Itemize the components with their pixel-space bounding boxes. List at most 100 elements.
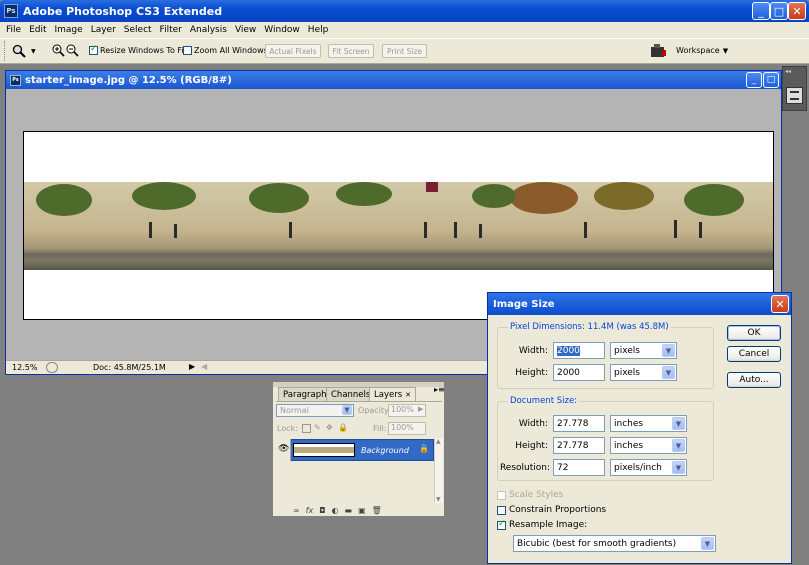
menu-layer[interactable]: Layer — [87, 25, 120, 35]
doc-width-field[interactable]: 27.778 — [553, 415, 605, 432]
constrain-proportions-option[interactable]: Constrain Proportions — [497, 505, 606, 515]
resample-image-option[interactable]: Resample Image: — [497, 519, 588, 530]
constrain-proportions-checkbox[interactable] — [497, 505, 506, 515]
scroll-left-icon[interactable]: ◀ — [201, 362, 207, 371]
menu-help[interactable]: Help — [304, 25, 333, 35]
eye-icon: 👁 — [278, 444, 290, 454]
menu-filter[interactable]: Filter — [156, 25, 186, 35]
doc-height-label: Height: — [515, 441, 548, 451]
link-layers-icon[interactable]: ∞ — [293, 506, 300, 515]
lock-move-icon[interactable]: ✥ — [326, 424, 335, 433]
panel-menu-icon[interactable]: ▸≡ — [434, 385, 445, 394]
layer-visibility-toggle[interactable]: 👁 — [275, 439, 291, 461]
maximize-button[interactable]: □ — [770, 2, 788, 20]
print-size-button[interactable]: Print Size — [382, 44, 427, 58]
ok-button[interactable]: OK — [727, 325, 781, 341]
layers-scrollbar[interactable]: ▲ ▼ — [434, 438, 443, 503]
resize-windows-checkbox[interactable] — [89, 44, 98, 55]
doc-height-field[interactable]: 27.778 — [553, 437, 605, 454]
zoom-all-option[interactable]: Zoom All Windows — [183, 46, 268, 55]
scale-styles-option[interactable]: Scale Styles — [497, 490, 563, 500]
px-width-label: Width: — [518, 346, 548, 356]
zoom-in-button[interactable] — [52, 44, 65, 60]
chevron-down-icon: ▼ — [342, 405, 352, 415]
tab-divider — [276, 401, 442, 402]
px-height-unit-select[interactable]: pixels ▼ — [610, 364, 677, 381]
minimize-button[interactable]: _ — [752, 2, 770, 20]
resize-windows-option[interactable]: Resize Windows To Fit — [89, 44, 187, 55]
doc-height-unit-select[interactable]: inches ▼ — [610, 437, 687, 454]
status-menu-arrow-icon[interactable]: ▶ — [189, 362, 195, 371]
layer-thumbnail — [293, 443, 355, 457]
tab-layers-label: Layers — [374, 389, 403, 400]
file-browser-button[interactable] — [650, 44, 667, 61]
fit-screen-button[interactable]: Fit Screen — [328, 44, 374, 58]
layer-name[interactable]: Background — [361, 446, 409, 455]
options-grip — [4, 41, 6, 61]
tab-layers[interactable]: Layers ✕ — [369, 387, 417, 401]
menu-image[interactable]: Image — [51, 25, 87, 35]
close-button[interactable]: ✕ — [788, 2, 806, 20]
resolution-unit-select[interactable]: pixels/inch ▼ — [610, 459, 687, 476]
document-size-title: Document Size: — [508, 396, 580, 406]
lock-transparent-icon[interactable] — [302, 424, 311, 433]
layer-style-icon[interactable]: fx — [306, 506, 314, 515]
resample-method-select[interactable]: Bicubic (best for smooth gradients) ▼ — [513, 535, 716, 552]
app-title: Adobe Photoshop CS3 Extended — [23, 4, 223, 18]
resample-image-label: Resample Image: — [509, 520, 588, 530]
close-icon[interactable]: ✕ — [405, 391, 411, 399]
chevron-down-icon: ▼ — [662, 344, 675, 357]
document-title-bar: Ps starter_image.jpg @ 12.5% (RGB/8#) — [6, 71, 781, 89]
tab-paragraph[interactable]: Paragraph — [278, 387, 332, 401]
dialog-close-button[interactable]: ✕ — [771, 295, 789, 313]
status-camera-icon[interactable] — [46, 362, 58, 373]
zoom-level[interactable]: 12.5% — [12, 363, 37, 372]
layer-mask-icon[interactable]: ◘ — [319, 506, 325, 515]
doc-height-unit: inches — [614, 440, 644, 451]
cancel-button[interactable]: Cancel — [727, 346, 781, 362]
tab-channels[interactable]: Channels — [326, 387, 376, 401]
document-info: Doc: 45.8M/25.1M — [93, 363, 166, 372]
zoom-all-checkbox[interactable] — [183, 46, 192, 55]
constrain-proportions-label: Constrain Proportions — [509, 505, 607, 515]
actual-pixels-button[interactable]: Actual Pixels — [265, 44, 321, 58]
zoom-out-button[interactable] — [66, 44, 79, 60]
opacity-slider-icon[interactable]: ▶ — [418, 405, 423, 413]
layer-row-background[interactable]: 👁 Background 🔒 — [275, 439, 434, 461]
menu-edit[interactable]: Edit — [25, 25, 50, 35]
workspace-menu[interactable]: Workspace ▼ — [676, 46, 728, 55]
new-layer-icon[interactable]: ▣ — [358, 506, 366, 515]
chevron-down-icon: ▼ — [672, 417, 685, 430]
collapsed-panel-dock[interactable]: ◂◂ — [782, 66, 807, 111]
lock-all-icon[interactable]: 🔒 — [338, 424, 348, 433]
menu-window[interactable]: Window — [260, 25, 304, 35]
lock-brush-icon[interactable]: ✎ — [314, 424, 323, 433]
px-height-field[interactable]: 2000 — [553, 364, 605, 381]
fill-field[interactable]: 100% — [388, 422, 426, 435]
fill-label: Fill: — [373, 424, 387, 433]
menu-analysis[interactable]: Analysis — [186, 25, 231, 35]
menu-file[interactable]: File — [2, 25, 25, 35]
px-width-field[interactable]: 2000 — [553, 342, 605, 359]
lock-label: Lock: — [277, 424, 298, 433]
menu-select[interactable]: Select — [120, 25, 156, 35]
scroll-down-icon[interactable]: ▼ — [436, 496, 441, 503]
doc-maximize-button[interactable]: □ — [763, 72, 779, 88]
px-width-unit-select[interactable]: pixels ▼ — [610, 342, 677, 359]
auto-button[interactable]: Auto... — [727, 372, 781, 388]
panel-icon[interactable] — [786, 87, 803, 104]
delete-layer-icon[interactable]: 🗑 — [372, 506, 382, 515]
scroll-up-icon[interactable]: ▲ — [436, 438, 441, 445]
tool-preset-picker[interactable]: ▼ — [12, 43, 42, 59]
adjustment-layer-icon[interactable]: ◐ — [332, 506, 339, 515]
blend-mode-select[interactable]: Normal ▼ — [276, 404, 354, 417]
menu-view[interactable]: View — [231, 25, 260, 35]
doc-minimize-button[interactable]: _ — [746, 72, 762, 88]
panorama-scene — [36, 182, 744, 238]
scale-styles-checkbox[interactable] — [497, 490, 506, 500]
resample-image-checkbox[interactable] — [497, 519, 506, 530]
doc-width-unit-select[interactable]: inches ▼ — [610, 415, 687, 432]
new-group-icon[interactable]: ▬ — [345, 506, 353, 515]
resolution-field[interactable]: 72 — [553, 459, 605, 476]
dock-expand-icon[interactable]: ◂◂ — [785, 68, 805, 75]
